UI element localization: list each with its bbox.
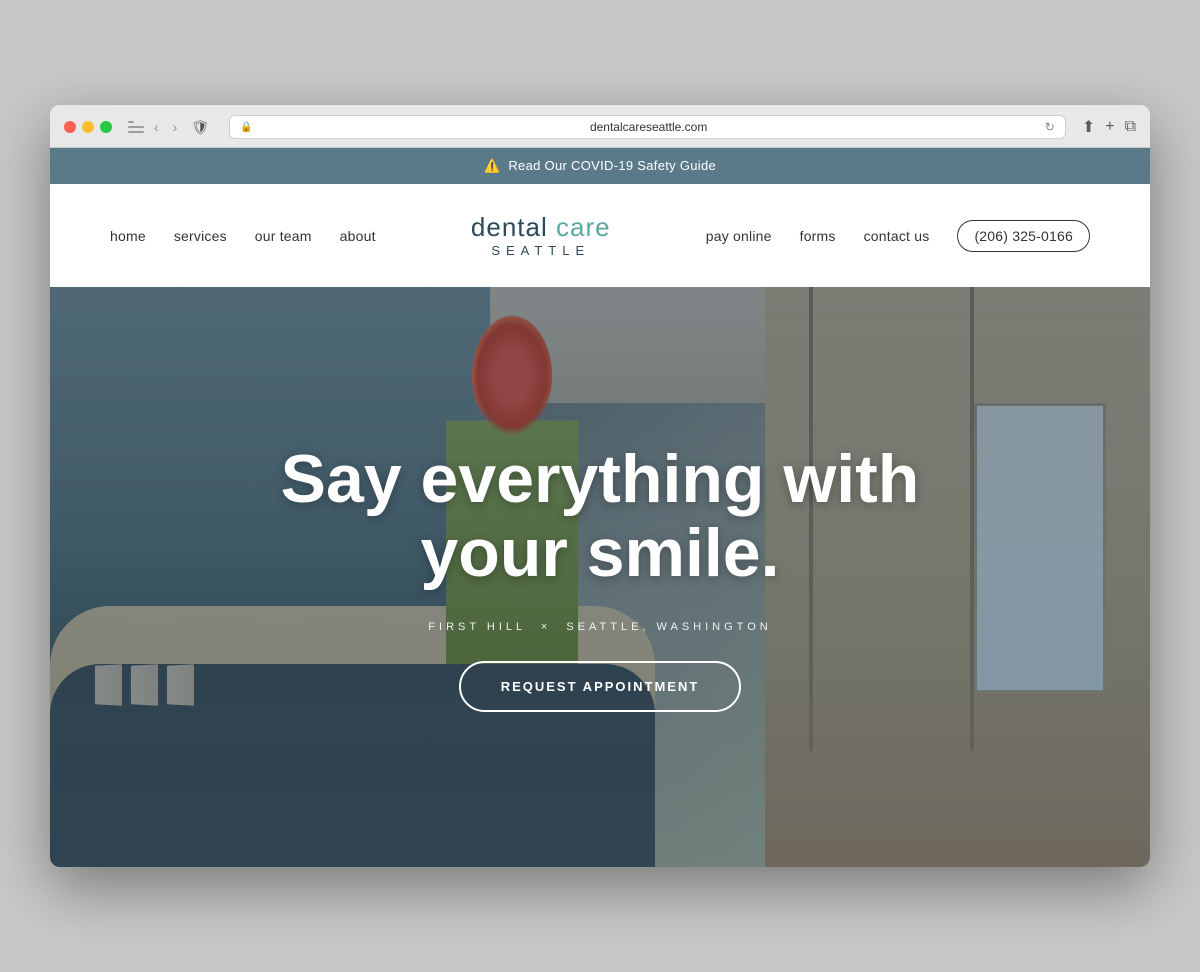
- website-content: ⚠️ Read Our COVID-19 Safety Guide home s…: [50, 148, 1150, 867]
- nav-home[interactable]: home: [110, 228, 146, 244]
- nav-services[interactable]: services: [174, 228, 227, 244]
- hero-headline: Say everything with your smile.: [250, 442, 950, 592]
- shield-icon: 🛡: [191, 119, 209, 136]
- refresh-button[interactable]: ↻: [1045, 120, 1055, 134]
- site-logo[interactable]: dental care SEATTLE: [471, 212, 611, 259]
- nav-pay-online[interactable]: pay online: [706, 228, 772, 244]
- nav-contact-us[interactable]: contact us: [864, 228, 930, 244]
- back-button[interactable]: ‹: [150, 117, 163, 137]
- nav-about[interactable]: about: [340, 228, 376, 244]
- traffic-lights: [64, 121, 112, 133]
- maximize-button[interactable]: [100, 121, 112, 133]
- browser-chrome: ‹ › 🛡 🔒 dentalcareseattle.com ↻ ⬆ + ⧉: [50, 105, 1150, 148]
- logo-seattle: SEATTLE: [471, 243, 611, 259]
- sidebar-toggle[interactable]: [128, 121, 144, 133]
- url-text: dentalcareseattle.com: [259, 120, 1039, 134]
- address-bar[interactable]: 🔒 dentalcareseattle.com ↻: [229, 115, 1066, 139]
- logo-text: dental care: [471, 212, 611, 243]
- hero-content: Say everything with your smile. FIRST HI…: [50, 287, 1150, 867]
- minimize-button[interactable]: [82, 121, 94, 133]
- browser-window: ‹ › 🛡 🔒 dentalcareseattle.com ↻ ⬆ + ⧉ ⚠️…: [50, 105, 1150, 867]
- location-part2: SEATTLE, WASHINGTON: [566, 621, 771, 633]
- hero-section: Say everything with your smile. FIRST HI…: [50, 287, 1150, 867]
- browser-actions: ⬆ + ⧉: [1082, 117, 1136, 137]
- nav-forms[interactable]: forms: [800, 228, 836, 244]
- lock-icon: 🔒: [240, 122, 252, 133]
- share-icon[interactable]: ⬆: [1082, 117, 1095, 137]
- hero-location: FIRST HILL × SEATTLE, WASHINGTON: [428, 621, 771, 633]
- new-tab-icon[interactable]: +: [1105, 118, 1114, 136]
- location-separator: ×: [541, 621, 551, 633]
- nav-left: home services our team about: [110, 228, 376, 244]
- nav-our-team[interactable]: our team: [255, 228, 312, 244]
- site-nav: home services our team about dental care…: [50, 184, 1150, 287]
- warning-icon: ⚠️: [484, 158, 501, 173]
- phone-button[interactable]: (206) 325-0166: [957, 220, 1090, 252]
- close-button[interactable]: [64, 121, 76, 133]
- forward-button[interactable]: ›: [169, 117, 182, 137]
- logo-care: care: [548, 212, 611, 242]
- browser-controls: ‹ ›: [128, 117, 181, 137]
- covid-banner[interactable]: ⚠️ Read Our COVID-19 Safety Guide: [50, 148, 1150, 184]
- covid-banner-link[interactable]: Read Our COVID-19 Safety Guide: [508, 158, 716, 173]
- request-appointment-button[interactable]: REQUEST APPOINTMENT: [459, 661, 742, 712]
- logo-dental: dental: [471, 212, 548, 242]
- nav-right: pay online forms contact us (206) 325-01…: [706, 220, 1090, 252]
- tabs-icon[interactable]: ⧉: [1125, 118, 1136, 136]
- location-part1: FIRST HILL: [428, 621, 525, 633]
